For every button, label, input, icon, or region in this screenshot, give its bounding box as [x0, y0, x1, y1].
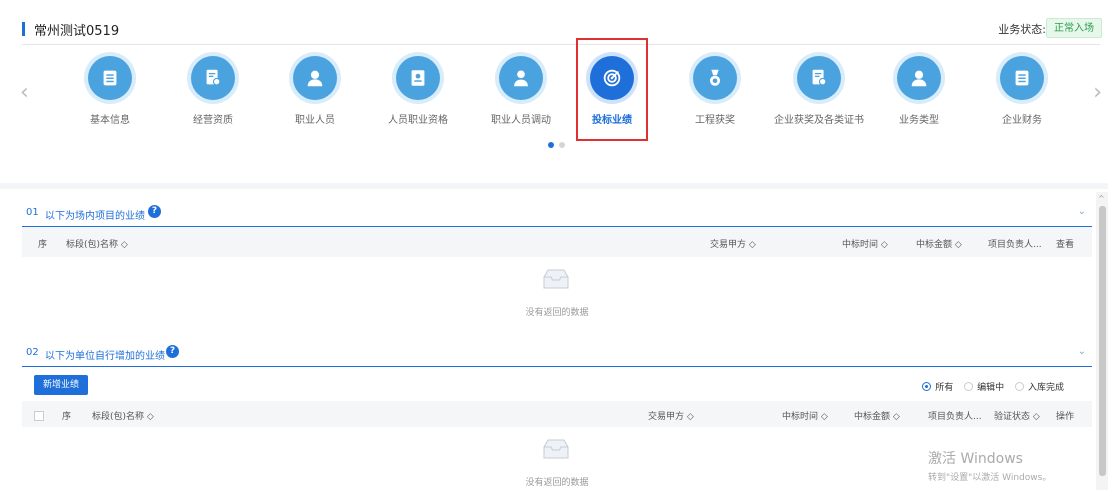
- windows-activation-watermark: 激活 Windows 转到"设置"以激活 Windows。: [928, 448, 1051, 483]
- scroll-thumb[interactable]: [1099, 206, 1106, 476]
- nav-label: 基本信息: [90, 115, 130, 126]
- page-dot[interactable]: [559, 142, 565, 148]
- table-header: 序 标段(包)名称 ◇ 交易甲方 ◇ 中标时间 ◇ 中标金额 ◇ 项目负责人..…: [22, 227, 1092, 257]
- status-label: 业务状态:: [998, 23, 1046, 36]
- watermark-title: 激活 Windows: [928, 451, 1023, 467]
- nav-item-qualification[interactable]: 经营资质: [163, 56, 263, 136]
- chevron-down-icon[interactable]: ⌄: [1078, 206, 1086, 217]
- empty-state: 没有返回的数据: [22, 257, 1092, 318]
- person-transfer-icon: [499, 56, 543, 100]
- nav-label: 人员职业资格: [388, 115, 448, 126]
- radio-editing[interactable]: [964, 382, 974, 391]
- watermark-subtitle: 转到"设置"以激活 Windows。: [928, 473, 1052, 483]
- radio-completed[interactable]: [1014, 382, 1024, 391]
- col-verify-status[interactable]: 验证状态 ◇: [994, 409, 1040, 422]
- col-award-amount[interactable]: 中标金额 ◇: [916, 237, 962, 250]
- nav-item-company-awards[interactable]: 企业获奖及各类证书: [764, 56, 874, 136]
- select-all-checkbox[interactable]: [34, 411, 44, 421]
- col-award-time[interactable]: 中标时间 ◇: [782, 409, 828, 422]
- active-item-highlight: [576, 38, 648, 141]
- page-dot[interactable]: [548, 142, 554, 148]
- carousel-next-button[interactable]: ›: [1093, 80, 1102, 105]
- nav-item-finance[interactable]: 企业财务: [972, 56, 1072, 136]
- nav-item-staff[interactable]: 职业人员: [265, 56, 365, 136]
- radio-completed-label: 入库完成: [1027, 383, 1064, 393]
- section-header[interactable]: 02 以下为单位自行增加的业绩 ? ⌄: [22, 341, 1092, 367]
- col-award-amount[interactable]: 中标金额 ◇: [854, 409, 900, 422]
- col-project-manager: 项目负责人...: [988, 240, 1042, 250]
- status-filter: 所有 编辑中 入库完成: [914, 380, 1064, 393]
- carousel-prev-button[interactable]: ‹: [20, 80, 29, 105]
- title-accent-bar: [22, 22, 25, 36]
- medal-icon: [693, 56, 737, 100]
- person-type-icon: [897, 56, 941, 100]
- table-header: 序 标段(包)名称 ◇ 交易甲方 ◇ 中标时间 ◇ 中标金额 ◇ 项目负责人..…: [22, 401, 1092, 427]
- chevron-down-icon[interactable]: ⌄: [1078, 346, 1086, 357]
- section-title: 以下为单位自行增加的业绩: [45, 351, 165, 362]
- finance-list-icon: [1000, 56, 1044, 100]
- col-name[interactable]: 标段(包)名称 ◇: [92, 409, 154, 422]
- nav-label: 职业人员调动: [491, 115, 551, 126]
- nav-item-basic-info[interactable]: 基本信息: [60, 56, 160, 136]
- radio-all-label: 所有: [935, 383, 954, 393]
- section-title: 以下为场内项目的业绩: [45, 211, 145, 222]
- page-title: 常州测试0519: [34, 24, 120, 39]
- award-certificate-icon: [797, 56, 841, 100]
- help-icon[interactable]: ?: [166, 345, 179, 358]
- section-header[interactable]: 01 以下为场内项目的业绩 ? ⌄: [22, 201, 1092, 227]
- col-award-time[interactable]: 中标时间 ◇: [842, 237, 888, 250]
- nav-label: 企业获奖及各类证书: [774, 115, 864, 126]
- certificate-icon: [191, 56, 235, 100]
- col-project-manager: 项目负责人...: [928, 412, 982, 422]
- header-divider: [22, 44, 1100, 45]
- help-icon[interactable]: ?: [148, 205, 161, 218]
- nav-item-project-awards[interactable]: 工程获奖: [665, 56, 765, 136]
- col-seq: 序: [62, 412, 72, 422]
- section-platform-performance: 01 以下为场内项目的业绩 ? ⌄ 序 标段(包)名称 ◇ 交易甲方 ◇ 中标时…: [22, 201, 1092, 318]
- nav-label: 企业财务: [1002, 115, 1042, 126]
- section-toolbar: 新增业绩 所有 编辑中 入库完成: [22, 367, 1092, 401]
- id-card-icon: [396, 56, 440, 100]
- empty-inbox-icon: [543, 269, 569, 289]
- vertical-scrollbar[interactable]: ^: [1096, 192, 1108, 490]
- status-badge: 正常入场: [1046, 18, 1102, 38]
- col-name[interactable]: 标段(包)名称 ◇: [66, 237, 128, 250]
- page: 常州测试0519 业务状态: 正常入场 ‹ 基本信息 经营资质 职业人员 人员职…: [0, 0, 1108, 490]
- nav-item-staff-qualification[interactable]: 人员职业资格: [368, 56, 468, 136]
- col-view: 查看: [1056, 240, 1075, 250]
- col-operation: 操作: [1056, 412, 1075, 422]
- empty-inbox-icon: [543, 439, 569, 459]
- nav-label: 工程获奖: [695, 115, 735, 126]
- col-buyer[interactable]: 交易甲方 ◇: [710, 237, 756, 250]
- nav-item-staff-transfer[interactable]: 职业人员调动: [471, 56, 571, 136]
- col-seq: 序: [38, 240, 48, 250]
- header: 常州测试0519 业务状态: 正常入场: [22, 18, 1102, 44]
- add-performance-button[interactable]: 新增业绩: [34, 375, 89, 395]
- scroll-up-icon[interactable]: ^: [1098, 194, 1105, 203]
- empty-text: 没有返回的数据: [525, 308, 589, 318]
- col-buyer[interactable]: 交易甲方 ◇: [648, 409, 694, 422]
- section-number: 02: [26, 347, 39, 358]
- list-icon: [88, 56, 132, 100]
- nav-label: 业务类型: [899, 115, 939, 126]
- nav-label: 经营资质: [193, 115, 233, 126]
- nav-item-business-type[interactable]: 业务类型: [869, 56, 969, 136]
- nav-label: 职业人员: [295, 115, 335, 126]
- person-icon: [293, 56, 337, 100]
- category-carousel: ‹ 基本信息 经营资质 职业人员 人员职业资格 职业人员调动 投标业绩 工程获奖…: [14, 38, 1108, 160]
- radio-editing-label: 编辑中: [977, 383, 1005, 393]
- carousel-pagination: [548, 133, 570, 152]
- radio-all[interactable]: [922, 382, 932, 391]
- section-number: 01: [26, 207, 39, 218]
- section-separator: [0, 183, 1108, 189]
